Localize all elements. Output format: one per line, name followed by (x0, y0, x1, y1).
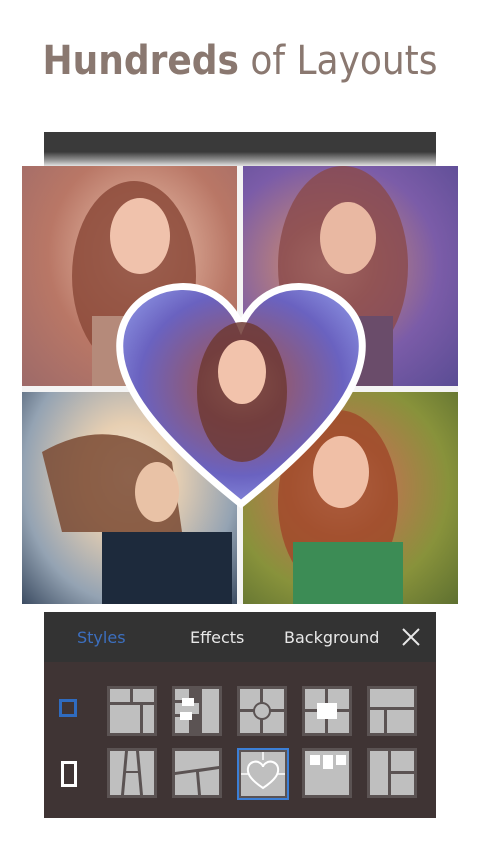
portrait-ratio-icon[interactable] (61, 761, 77, 787)
layout-thumb[interactable] (237, 686, 287, 736)
tab-background[interactable]: Background (284, 628, 379, 647)
layout-thumb[interactable] (302, 686, 352, 736)
collage-canvas[interactable] (22, 166, 458, 604)
layout-thumb[interactable] (107, 748, 157, 798)
headline-rest: of Layouts (238, 38, 438, 84)
promo-headline: Hundreds of Layouts (0, 38, 480, 84)
heart-photo-frame[interactable] (114, 274, 368, 510)
layout-thumb[interactable] (367, 686, 417, 736)
headline-bold: Hundreds (42, 38, 239, 84)
tab-styles[interactable]: Styles (77, 628, 126, 647)
style-panel: Styles Effects Background (44, 612, 436, 818)
layout-thumb-selected[interactable] (237, 748, 289, 800)
layout-thumb[interactable] (172, 748, 222, 798)
layout-thumb[interactable] (367, 748, 417, 798)
phone-status-bar (44, 132, 436, 168)
tab-bar: Styles Effects Background (44, 612, 436, 662)
tab-effects[interactable]: Effects (190, 628, 244, 647)
layout-thumb[interactable] (107, 686, 157, 736)
layout-thumb[interactable] (302, 748, 352, 798)
heart-shape (116, 283, 366, 509)
square-ratio-icon[interactable] (59, 699, 77, 717)
close-icon[interactable] (400, 626, 422, 648)
layout-thumb[interactable] (172, 686, 222, 736)
